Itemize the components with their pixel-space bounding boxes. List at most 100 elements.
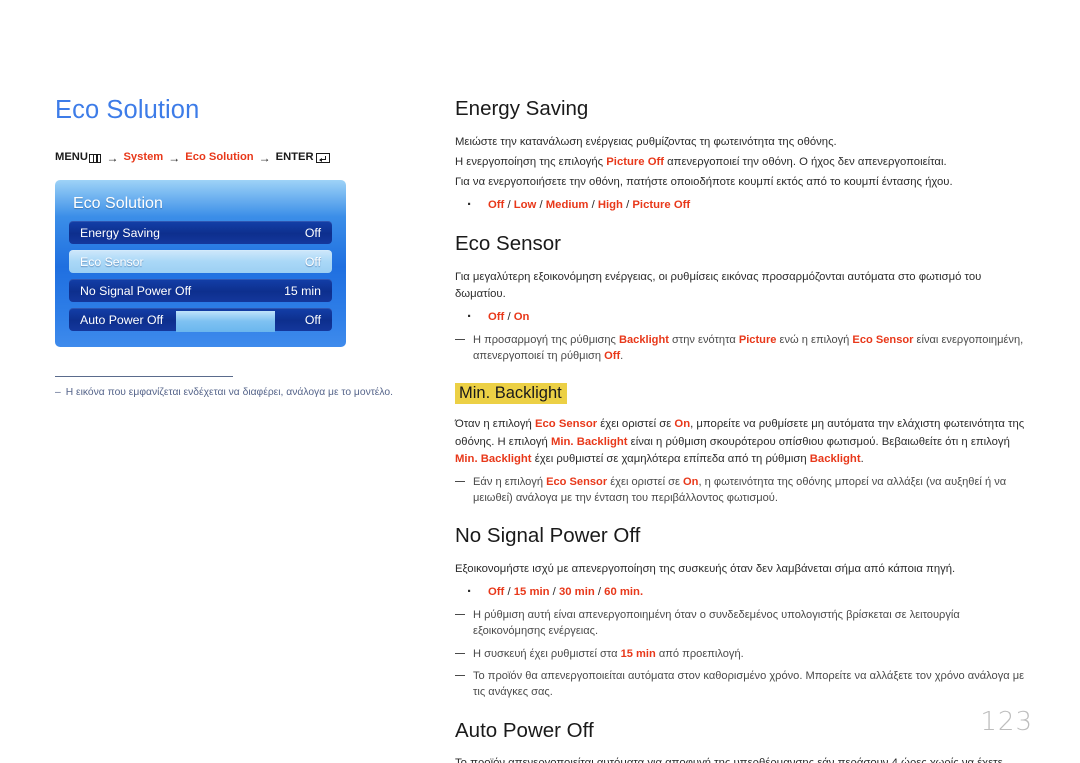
osd-title: Eco Solution [73,195,163,213]
accent-term: 15 min [620,647,656,660]
option-list-item: Off / 15 min / 30 min / 60 min. [455,581,1033,603]
breadcrumb-enter-label: ENTER [275,151,314,164]
osd-row-label: Auto Power Off [80,312,164,327]
breadcrumb-system-label: System [123,151,164,164]
energy-saving-paragraph-3: Για να ενεργοποιήσετε την οθόνη, πατήστε… [455,175,953,188]
footnote-dash: – [55,387,61,399]
text-run: είναι η ρύθμιση σκουρότερου οπίσθιου φωτ… [627,435,1010,448]
eco-sensor-paragraph-1: Για μεγαλύτερη εξοικονόμηση ενέργειας, ο… [455,270,982,300]
section-title-min-backlight: Min. Backlight [455,383,567,405]
min-backlight-note: Εάν η επιλογή Eco Sensor έχει οριστεί σε… [455,475,1033,507]
accent-term: On [674,418,691,431]
text-run: έχει οριστεί σε [597,418,675,431]
text-run: από προεπιλογή. [655,647,744,660]
section-min-backlight: Min. Backlight Όταν η επιλογή Eco Sensor… [455,383,1033,506]
option-list-item: Off / Low / Medium / High / Picture Off [455,194,1033,216]
menu-bars-icon [89,153,102,163]
section-eco-sensor: Eco Sensor Για μεγαλύτερη εξοικονόμηση ε… [455,231,1033,365]
osd-row-auto-power-off[interactable]: Auto Power Off Off [69,308,332,332]
option-value: On [513,310,530,323]
accent-term: Backlight [809,452,861,465]
option-value: Off [488,310,505,323]
option-value: 30 min [558,586,595,599]
section-title-no-signal-power-off: No Signal Power Off [455,524,641,548]
energy-saving-options: Off / Low / Medium / High / Picture Off [455,194,1033,216]
option-value: Low [513,199,537,212]
breadcrumb-arrow-2: → [168,151,181,166]
option-value: 60 min. [604,586,644,599]
footnote-divider [55,376,233,378]
accent-term: Eco Sensor [546,475,608,488]
accent-term: Picture Off [606,155,665,168]
min-backlight-paragraph-1: Όταν η επιλογή Eco Sensor έχει οριστεί σ… [455,416,1033,467]
osd-row-label: Eco Sensor [80,254,144,269]
no-signal-options: Off / 15 min / 30 min / 60 min. [455,581,1033,603]
text-run: Η συσκευή έχει ρυθμιστεί στα [473,647,621,660]
breadcrumb-menu-label: MENU [55,151,88,164]
accent-term: Backlight [619,333,669,346]
accent-term: Off [604,349,621,362]
text-run: απενεργοποιεί την οθόνη. Ο ήχος δεν απεν… [664,155,947,168]
osd-row-value: 15 min [284,283,321,298]
osd-row-energy-saving[interactable]: Energy Saving Off [69,221,332,245]
option-value: 15 min [513,586,550,599]
section-title-eco-sensor: Eco Sensor [455,231,561,255]
left-column: Eco Solution MENU → System → Eco Solutio… [55,96,400,400]
section-energy-saving: Energy Saving Μειώστε την κατανάλωση ενέ… [455,97,1033,216]
page-title: Eco Solution [55,96,200,124]
accent-term: Eco Sensor [534,418,598,431]
text-run: Η ενεργοποίηση της επιλογής [455,155,607,168]
text-run: Όταν η επιλογή [455,418,535,431]
text-run: . [620,349,624,362]
enter-return-icon [315,153,330,164]
accent-term: Picture [738,333,777,346]
section-title-energy-saving: Energy Saving [455,97,589,120]
accent-term: Min. Backlight [550,435,628,448]
breadcrumb-arrow-3: → [258,151,271,166]
section-title-auto-power-off: Auto Power Off [455,718,594,742]
osd-row-eco-sensor[interactable]: Eco Sensor Off [69,250,332,274]
breadcrumb: MENU → System → Eco Solution → ENTER [55,152,400,164]
osd-row-no-signal-power-off[interactable]: No Signal Power Off 15 min [69,279,332,303]
option-list-item: Off / On [455,306,1033,328]
text-run: ενώ η επιλογή [776,333,853,346]
accent-term: On [683,475,699,488]
osd-row-value: Off [304,254,321,269]
eco-sensor-options: Off / On [455,306,1033,328]
osd-row-label: No Signal Power Off [80,283,192,298]
no-signal-note-2: Η συσκευή έχει ρυθμιστεί στα 15 min από … [455,647,1033,663]
no-signal-note-1: Η ρύθμιση αυτή είναι απενεργοποιημένη ότ… [455,608,1033,640]
section-no-signal-power-off: No Signal Power Off Εξοικονομήστε ισχύ μ… [455,525,1033,700]
osd-row-value: Off [304,312,321,327]
left-footnote: – Η εικόνα που εμφανίζεται ενδέχεται να δ… [55,386,400,400]
energy-saving-paragraph-2: Η ενεργοποίηση της επιλογής Picture Off … [455,154,1033,171]
osd-row-value: Off [304,225,321,240]
eco-sensor-note: Η προσαρμογή της ρύθμισης Backlight στην… [455,333,1033,365]
page-number: 123 [980,707,1033,737]
text-run: έχει οριστεί σε [607,475,684,488]
text-run: στην ενότητα [668,333,739,346]
text-run: έχει ρυθμιστεί σε χαμηλότερα επίπεδα από… [531,452,810,465]
option-value: Medium [545,199,589,212]
accent-term: Min. Backlight [455,452,532,465]
breadcrumb-eco-solution-label: Eco Solution [185,151,254,164]
text-run: Εάν η επιλογή [473,475,547,488]
section-auto-power-off: Auto Power Off Το προϊόν απενεργοποιείτα… [455,718,1033,763]
osd-menu-screenshot: Eco Solution Energy Saving Off Eco Senso… [55,180,346,348]
breadcrumb-arrow-1: → [106,151,119,166]
accent-term: Eco Sensor [852,333,914,346]
auto-power-off-paragraph-1: Το προϊόν απενεργοποιείται αυτόματα για … [455,755,1033,763]
option-value: Off [488,586,505,599]
text-run: Η προσαρμογή της ρύθμισης [473,333,619,346]
no-signal-note-3: Το προϊόν θα απενεργοποιείται αυτόματα σ… [455,669,1033,701]
text-run: . [860,452,864,465]
option-value: Picture Off [632,199,691,212]
left-footnote-block: – Η εικόνα που εμφανίζεται ενδέχεται να δ… [55,376,400,400]
energy-saving-paragraph-1: Μειώστε την κατανάλωση ενέργειας ρυθμίζο… [455,135,837,148]
footnote-text: Η εικόνα που εμφανίζεται ενδέχεται να δι… [65,387,393,399]
right-column: Energy Saving Μειώστε την κατανάλωση ενέ… [455,97,1033,763]
option-value: High [597,199,623,212]
option-value: Off [488,199,505,212]
manual-page: Eco Solution MENU → System → Eco Solutio… [0,0,1080,763]
osd-row-label: Energy Saving [80,225,160,240]
